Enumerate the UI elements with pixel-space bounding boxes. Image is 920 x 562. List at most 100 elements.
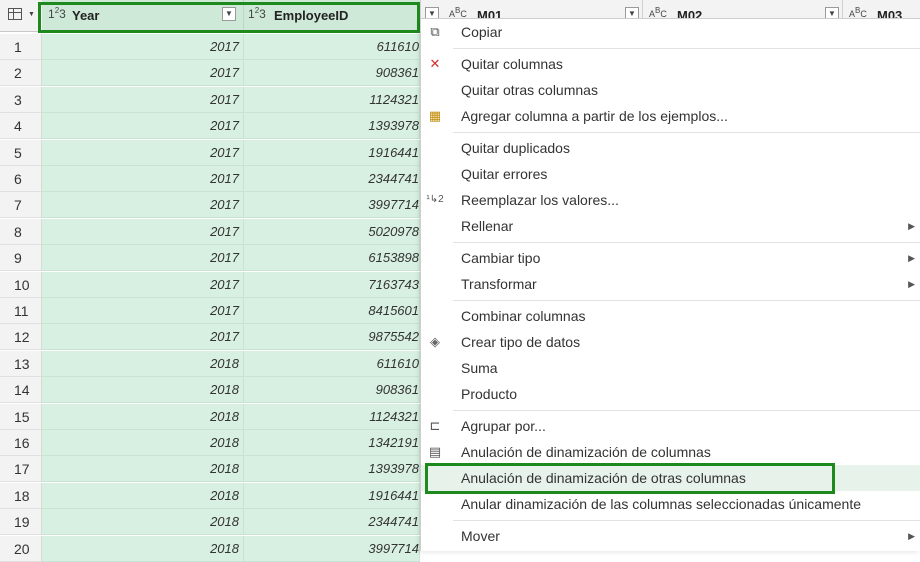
employeeid-cell[interactable]: 908361 bbox=[244, 60, 420, 86]
menu-separator bbox=[453, 132, 920, 133]
row-number[interactable]: 5 bbox=[0, 140, 42, 166]
number-type-icon[interactable]: 123 bbox=[248, 6, 266, 21]
menu-item-combinar-columnas[interactable]: Combinar columnas bbox=[421, 303, 920, 329]
year-cell[interactable]: 2017 bbox=[42, 245, 244, 271]
year-cell[interactable]: 2017 bbox=[42, 140, 244, 166]
menu-item-quitar-columnas[interactable]: ✕ Quitar columnas bbox=[421, 51, 920, 77]
row-number[interactable]: 13 bbox=[0, 351, 42, 377]
employeeid-cell[interactable]: 3997714 bbox=[244, 192, 420, 218]
employeeid-cell[interactable]: 1124321 bbox=[244, 404, 420, 430]
menu-item-quitar-otras-columnas[interactable]: Quitar otras columnas bbox=[421, 77, 920, 103]
employeeid-cell[interactable]: 611610 bbox=[244, 351, 420, 377]
table-corner[interactable]: ▼ bbox=[0, 0, 42, 32]
number-type-icon[interactable]: 123 bbox=[48, 6, 66, 21]
menu-item-producto[interactable]: Producto bbox=[421, 381, 920, 407]
row-number[interactable]: 11 bbox=[0, 298, 42, 324]
unpivot-columns-icon: ▤ bbox=[428, 444, 442, 459]
employeeid-cell[interactable]: 2344741 bbox=[244, 166, 420, 192]
year-cell[interactable]: 2017 bbox=[42, 34, 244, 60]
menu-item-copiar[interactable]: ⧉ Copiar bbox=[421, 19, 920, 45]
menu-item-agregar-columna-ejemplos[interactable]: ▦ Agregar columna a partir de los ejempl… bbox=[421, 103, 920, 129]
row-number[interactable]: 12 bbox=[0, 324, 42, 350]
year-cell[interactable]: 2017 bbox=[42, 192, 244, 218]
employeeid-cell[interactable]: 7163743 bbox=[244, 272, 420, 298]
table-row: 13 2018 611610 bbox=[0, 351, 430, 377]
table-row: 10 2017 7163743 bbox=[0, 272, 430, 298]
year-cell[interactable]: 2018 bbox=[42, 377, 244, 403]
menu-item-mover[interactable]: Mover ▶ bbox=[421, 523, 920, 549]
menu-item-anular-dinamizacion-seleccionadas[interactable]: Anular dinamización de las columnas sele… bbox=[421, 491, 920, 517]
year-cell[interactable]: 2018 bbox=[42, 430, 244, 456]
menu-item-anulacion-dinamizacion-otras-columnas[interactable]: Anulación de dinamización de otras colum… bbox=[421, 465, 920, 491]
row-number[interactable]: 20 bbox=[0, 536, 42, 562]
row-number[interactable]: 9 bbox=[0, 245, 42, 271]
table-icon[interactable] bbox=[8, 8, 22, 20]
employeeid-cell[interactable]: 1393978 bbox=[244, 113, 420, 139]
row-number[interactable]: 2 bbox=[0, 60, 42, 86]
year-cell[interactable]: 2018 bbox=[42, 404, 244, 430]
menu-item-rellenar[interactable]: Rellenar ▶ bbox=[421, 213, 920, 239]
employeeid-cell[interactable]: 1393978 bbox=[244, 456, 420, 482]
table-row: 9 2017 6153898 bbox=[0, 245, 430, 271]
year-cell[interactable]: 2017 bbox=[42, 166, 244, 192]
row-number[interactable]: 4 bbox=[0, 113, 42, 139]
filter-dropdown-icon[interactable]: ▼ bbox=[222, 7, 236, 21]
year-cell[interactable]: 2017 bbox=[42, 87, 244, 113]
table-row: 18 2018 1916441 bbox=[0, 483, 430, 509]
menu-item-suma[interactable]: Suma bbox=[421, 355, 920, 381]
year-cell[interactable]: 2017 bbox=[42, 60, 244, 86]
menu-item-quitar-errores[interactable]: Quitar errores bbox=[421, 161, 920, 187]
employeeid-cell[interactable]: 908361 bbox=[244, 377, 420, 403]
employeeid-cell[interactable]: 9875542 bbox=[244, 324, 420, 350]
year-cell[interactable]: 2018 bbox=[42, 509, 244, 535]
row-number[interactable]: 3 bbox=[0, 87, 42, 113]
employeeid-cell[interactable]: 6153898 bbox=[244, 245, 420, 271]
table-row: 16 2018 1342191 bbox=[0, 430, 430, 456]
year-cell[interactable]: 2017 bbox=[42, 113, 244, 139]
row-number[interactable]: 16 bbox=[0, 430, 42, 456]
chevron-down-icon[interactable]: ▼ bbox=[28, 11, 35, 18]
row-number[interactable]: 7 bbox=[0, 192, 42, 218]
employeeid-cell[interactable]: 2344741 bbox=[244, 509, 420, 535]
row-number[interactable]: 15 bbox=[0, 404, 42, 430]
row-number[interactable]: 6 bbox=[0, 166, 42, 192]
employeeid-cell[interactable]: 1342191 bbox=[244, 430, 420, 456]
year-cell[interactable]: 2018 bbox=[42, 483, 244, 509]
menu-item-quitar-duplicados[interactable]: Quitar duplicados bbox=[421, 135, 920, 161]
year-cell[interactable]: 2017 bbox=[42, 219, 244, 245]
employeeid-cell[interactable]: 8415601 bbox=[244, 298, 420, 324]
table-row: 19 2018 2344741 bbox=[0, 509, 430, 535]
employeeid-cell[interactable]: 3997714 bbox=[244, 536, 420, 562]
year-cell[interactable]: 2017 bbox=[42, 324, 244, 350]
year-cell[interactable]: 2018 bbox=[42, 536, 244, 562]
row-number[interactable]: 19 bbox=[0, 509, 42, 535]
group-by-icon: ⊏ bbox=[429, 418, 441, 433]
year-cell[interactable]: 2018 bbox=[42, 456, 244, 482]
row-number[interactable]: 8 bbox=[0, 219, 42, 245]
employeeid-cell[interactable]: 5020978 bbox=[244, 219, 420, 245]
menu-item-anulacion-dinamizacion-columnas[interactable]: ▤ Anulación de dinamización de columnas bbox=[421, 439, 920, 465]
menu-item-cambiar-tipo[interactable]: Cambiar tipo ▶ bbox=[421, 245, 920, 271]
column-from-examples-icon: ▦ bbox=[428, 108, 442, 123]
year-cell[interactable]: 2017 bbox=[42, 298, 244, 324]
employeeid-cell[interactable]: 1916441 bbox=[244, 483, 420, 509]
menu-item-agrupar-por[interactable]: ⊏ Agrupar por... bbox=[421, 413, 920, 439]
row-number[interactable]: 14 bbox=[0, 377, 42, 403]
year-cell[interactable]: 2017 bbox=[42, 272, 244, 298]
employeeid-cell[interactable]: 1916441 bbox=[244, 140, 420, 166]
column-header-year[interactable]: 123 Year ▼ bbox=[42, 0, 244, 32]
employeeid-cell[interactable]: 611610 bbox=[244, 34, 420, 60]
row-number[interactable]: 17 bbox=[0, 456, 42, 482]
menu-item-crear-tipo-datos[interactable]: ◈ Crear tipo de datos bbox=[421, 329, 920, 355]
row-number[interactable]: 10 bbox=[0, 272, 42, 298]
row-number[interactable]: 18 bbox=[0, 483, 42, 509]
remove-columns-icon: ✕ bbox=[429, 56, 441, 71]
year-cell[interactable]: 2018 bbox=[42, 351, 244, 377]
employeeid-cell[interactable]: 1124321 bbox=[244, 87, 420, 113]
context-menu: ⧉ Copiar ✕ Quitar columnas Quitar otras … bbox=[420, 18, 920, 551]
row-number[interactable]: 1 bbox=[0, 34, 42, 60]
menu-item-reemplazar-valores[interactable]: ¹↳2 Reemplazar los valores... bbox=[421, 187, 920, 213]
menu-item-transformar[interactable]: Transformar ▶ bbox=[421, 271, 920, 297]
submenu-arrow-icon: ▶ bbox=[908, 221, 915, 231]
column-header-employeeid[interactable]: 123 EmployeeID bbox=[244, 0, 420, 32]
